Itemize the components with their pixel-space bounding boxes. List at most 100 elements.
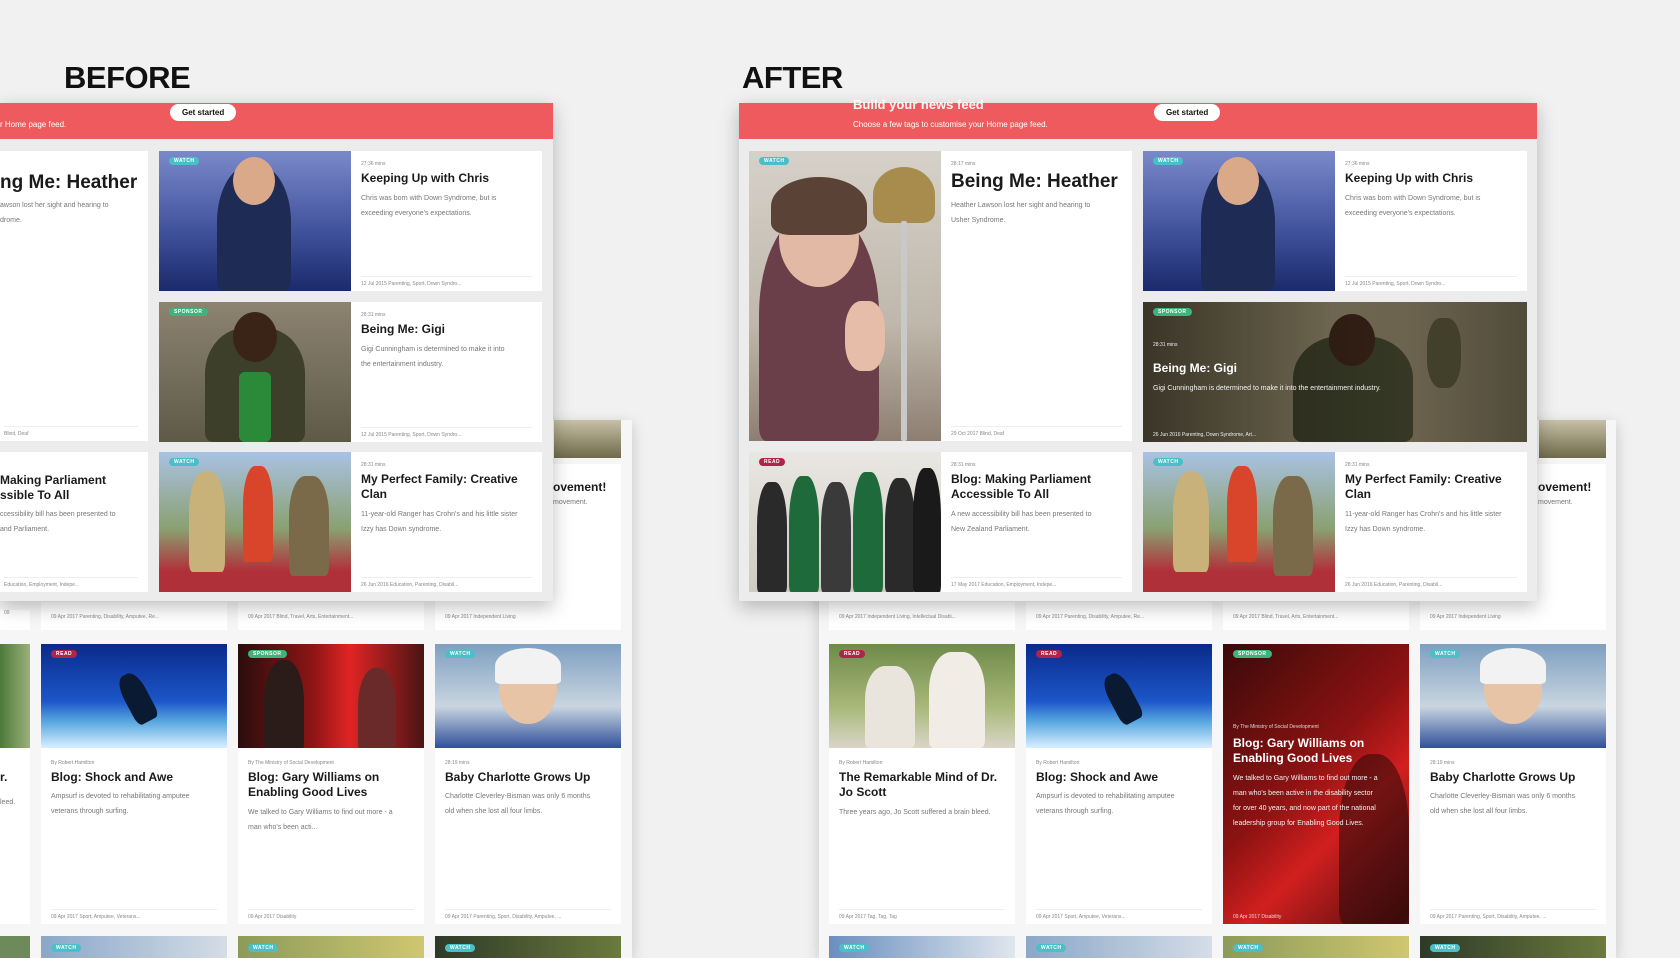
card-footer-row: 09 Apr 2017 Parenting, Disability, Amput…	[1026, 602, 1212, 630]
person-figure	[865, 666, 915, 748]
card-image	[435, 644, 621, 748]
sponsor-tag: SPONSOR	[1153, 308, 1192, 316]
card-gary-williams[interactable]: SPONSOR By The Ministry of Social Develo…	[238, 644, 424, 924]
read-tag: READ	[759, 458, 786, 466]
card-meta: 28:17 mins	[951, 161, 976, 167]
card-title: Being Me: Gigi	[361, 322, 445, 336]
card-footer: 09 Apr 2017 Blind, Travel, Arts, Enterta…	[1233, 614, 1339, 620]
card-desc: Ampsurf is devoted to rehabilitating amp…	[1036, 793, 1175, 800]
card-title: ssible To All	[0, 488, 70, 502]
card-image	[159, 151, 351, 291]
card-gary-williams-featured[interactable]: SPONSOR By The Ministry of Social Develo…	[1223, 644, 1409, 924]
card-desc: movement.	[553, 499, 588, 506]
card-title: Blog: Making Parliament	[951, 472, 1092, 486]
card-desc: drome.	[0, 217, 22, 224]
card-title: Accessible To All	[951, 487, 1050, 501]
card-desc: Charlotte Cleverley-Bisman was only 6 mo…	[1430, 793, 1576, 800]
card-bottom[interactable]: WATCH	[1223, 936, 1409, 958]
card-title: My Perfect Family: Creative	[1345, 472, 1502, 486]
shirt	[239, 372, 271, 442]
card-bottom[interactable]: WATCH	[1420, 936, 1606, 958]
card-footer: 09 Apr 2017 Independent Living, Intellec…	[839, 614, 956, 620]
banner-title: Build your news feed	[853, 97, 984, 112]
card-being-me-gigi[interactable]: SPONSOR 28:31 mins Being Me: Gigi Gigi C…	[159, 302, 542, 442]
card-title: Baby Charlotte Grows Up	[445, 770, 591, 784]
watch-tag: WATCH	[445, 944, 476, 952]
card-title: Blog: Gary Williams on	[248, 770, 380, 784]
card-edge-1: 09	[0, 610, 30, 630]
card-my-perfect-family[interactable]: WATCH 28:31 mins My Perfect Family: Crea…	[1143, 452, 1527, 592]
read-tag: READ	[1036, 650, 1063, 658]
person-figure	[853, 472, 883, 592]
card-shock-and-awe[interactable]: READ By Robert Hamilton Blog: Shock and …	[1026, 644, 1212, 924]
face	[1217, 157, 1259, 205]
watch-tag: WATCH	[1036, 944, 1067, 952]
watch-tag: WATCH	[51, 944, 82, 952]
card-title: Clan	[361, 487, 388, 501]
card-desc: Chris was born with Down Syndrome, but i…	[1345, 195, 1481, 202]
card-baby-charlotte[interactable]: WATCH 28:19 mins Baby Charlotte Grows Up…	[435, 644, 621, 924]
card-footer-row: 09 Apr 2017 Independent Living	[435, 602, 621, 630]
watch-tag: WATCH	[1430, 944, 1461, 952]
card-meta: 28:31 mins	[361, 462, 386, 468]
card-bottom[interactable]: WATCH	[238, 936, 424, 958]
card-desc: awson lost her sight and hearing to	[0, 202, 109, 209]
card-desc: ccessibility bill has been presented to	[0, 511, 116, 518]
card-desc: We talked to Gary Williams to find out m…	[248, 809, 393, 816]
card-bottom[interactable]: WATCH	[1026, 936, 1212, 958]
person-figure	[789, 476, 819, 592]
card-image	[41, 644, 227, 748]
card-desc: veterans through surfing.	[51, 808, 129, 815]
card-desc: veterans through surfing.	[1036, 808, 1114, 815]
card-bottom[interactable]: WATCH	[829, 936, 1015, 958]
get-started-button[interactable]: Get started	[170, 104, 237, 121]
card-meta: 28:19 mins	[1430, 760, 1455, 766]
card-desc: Three years ago, Jo Scott suffered a bra…	[839, 809, 991, 816]
card-image	[1539, 420, 1606, 458]
card-image	[0, 644, 30, 748]
card-my-perfect-family[interactable]: WATCH 28:31 mins My Perfect Family: Crea…	[159, 452, 542, 592]
person-figure	[885, 478, 915, 592]
card-title: Jo Scott	[839, 785, 887, 799]
card-being-me-heather[interactable]: ng Me: Heather awson lost her sight and …	[0, 151, 148, 441]
card-title: Being Me: Heather	[951, 171, 1118, 192]
card-title: My Perfect Family: Creative	[361, 472, 518, 486]
card-byline: By Robert Hamilton	[51, 760, 95, 766]
get-started-button[interactable]: Get started	[1154, 104, 1221, 121]
card-keeping-up-with-chris[interactable]: WATCH 27:36 mins Keeping Up with Chris C…	[1143, 151, 1527, 291]
face	[233, 312, 277, 362]
helmet	[1480, 648, 1546, 684]
card-desc: Gigi Cunningham is determined to make it…	[1153, 385, 1381, 392]
card-shock-and-awe[interactable]: READ By Robert Hamilton Blog: Shock and …	[41, 644, 227, 924]
card-title: ovement!	[553, 480, 607, 494]
card-bottom[interactable]: WATCH	[435, 936, 621, 958]
read-tag: READ	[51, 650, 78, 658]
card-being-me-heather[interactable]: WATCH 28:17 mins Being Me: Heather Heath…	[749, 151, 1132, 441]
card-footer: 17 May 2017 Education, Employment, Indep…	[951, 577, 1122, 588]
card-desc: Usher Syndrome.	[951, 217, 1006, 224]
card-desc: Heather Lawson lost her sight and hearin…	[951, 202, 1091, 209]
card-remarkable-mind[interactable]: READ By Robert Hamilton The Remarkable M…	[829, 644, 1015, 924]
hand	[845, 301, 885, 371]
card-making-parliament[interactable]: Making Parliament ssible To All ccessibi…	[0, 452, 148, 592]
news-feed-banner: r Home page feed. Get started	[0, 103, 553, 139]
card-keeping-up-with-chris[interactable]: WATCH 27:36 mins Keeping Up with Chris C…	[159, 151, 542, 291]
card-making-parliament[interactable]: READ 28:31 mins Blog: Making Parliament …	[749, 452, 1132, 592]
card-title: Enabling Good Lives	[1233, 751, 1353, 765]
card-title: Being Me: Gigi	[1153, 361, 1237, 375]
card-byline: By The Ministry of Social Development	[1233, 724, 1319, 730]
card-title: ovement!	[1538, 480, 1592, 494]
card-desc: Gigi Cunningham is determined to make it…	[361, 346, 505, 353]
card-image	[1420, 644, 1606, 748]
card-image	[159, 452, 351, 592]
banner-subtitle: Choose a few tags to customise your Home…	[853, 120, 1048, 129]
card-baby-charlotte[interactable]: WATCH 28:19 mins Baby Charlotte Grows Up…	[1420, 644, 1606, 924]
watch-tag: WATCH	[1233, 944, 1264, 952]
card-footer-row: 09 Apr 2017 Independent Living, Intellec…	[829, 602, 1015, 630]
card-edge[interactable]: r. leed.	[0, 644, 30, 924]
card-footer: 26 Jun 2016 Education, Parenting, Disabi…	[361, 577, 532, 588]
card-bottom[interactable]: WATCH	[41, 936, 227, 958]
person-figure	[1227, 466, 1257, 562]
card-desc: 11-year-old Ranger has Crohn's and his l…	[361, 511, 518, 518]
card-being-me-gigi-featured[interactable]: SPONSOR 28:31 mins Being Me: Gigi Gigi C…	[1143, 302, 1527, 442]
